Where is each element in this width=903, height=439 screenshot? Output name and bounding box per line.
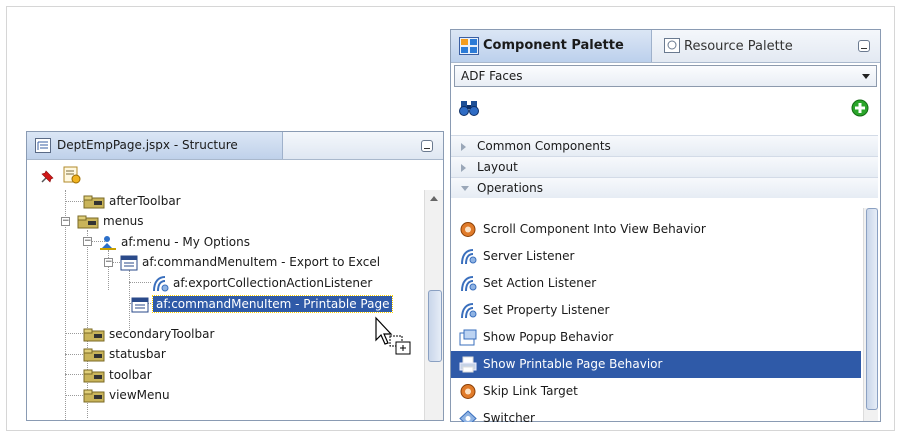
- palette-item-show-popup-behavior[interactable]: Show Popup Behavior: [451, 324, 861, 351]
- palette-tab-bar: Component Palette Resource Palette: [451, 30, 880, 63]
- folder-icon: [83, 348, 105, 361]
- category-operations[interactable]: Operations: [451, 177, 878, 198]
- structure-tree: − − − afterToolbar menus af:menu - My Op…: [27, 190, 424, 420]
- folder-icon: [83, 369, 105, 382]
- tree-node-command-menu-item-export[interactable]: af:commandMenuItem - Export to Excel: [120, 252, 380, 272]
- library-select[interactable]: ADF Faces: [454, 65, 877, 87]
- behavior-icon: [460, 384, 476, 399]
- tree-node-afterToolbar[interactable]: afterToolbar: [83, 191, 181, 211]
- expand-arrow-icon: [461, 143, 466, 151]
- command-menu-item-icon: [131, 297, 149, 312]
- folder-icon: [83, 328, 105, 341]
- palette-scrollbar[interactable]: [863, 208, 878, 421]
- folder-icon: [83, 389, 105, 402]
- listener-icon: [461, 303, 477, 319]
- folder-icon: [77, 215, 99, 228]
- collapse-arrow-icon: [461, 186, 469, 191]
- structure-toolbar: [27, 160, 443, 188]
- structure-tab[interactable]: DeptEmpPage.jspx - Structure: [27, 132, 283, 159]
- behavior-icon: [460, 222, 476, 237]
- add-icon[interactable]: [851, 99, 869, 117]
- printer-icon: [459, 356, 477, 373]
- category-layout[interactable]: Layout: [451, 156, 878, 177]
- component-palette-panel: Component Palette Resource Palette ADF F…: [450, 29, 881, 422]
- collapse-menu-toggle[interactable]: −: [83, 237, 92, 246]
- scroll-up-icon[interactable]: [430, 196, 438, 201]
- palette-item-skip-link-target[interactable]: Skip Link Target: [451, 378, 861, 405]
- menu-icon: [100, 235, 116, 250]
- scrollbar-thumb[interactable]: [866, 208, 878, 410]
- structure-panel: DeptEmpPage.jspx - Structure − − − after…: [26, 131, 444, 421]
- collapse-command-item-toggle[interactable]: −: [104, 258, 113, 267]
- command-menu-item-icon: [120, 255, 138, 270]
- palette-item-server-listener[interactable]: Server Listener: [451, 243, 861, 270]
- folder-icon: [83, 195, 105, 208]
- palette-item-show-printable-page-behavior[interactable]: Show Printable Page Behavior: [451, 351, 861, 378]
- switcher-icon: [459, 410, 477, 422]
- tab-resource-palette[interactable]: Resource Palette: [654, 33, 819, 61]
- palette-item-set-property-listener[interactable]: Set Property Listener: [451, 297, 861, 324]
- listener-icon: [461, 276, 477, 292]
- drag-copy-cursor-icon: [375, 316, 411, 355]
- palette-item-scroll-component[interactable]: Scroll Component Into View Behavior: [451, 216, 861, 243]
- collapse-menus-toggle[interactable]: −: [61, 217, 70, 226]
- tree-node-secondaryToolbar[interactable]: secondaryToolbar: [83, 324, 214, 344]
- minimize-icon[interactable]: [421, 140, 433, 152]
- tree-node-viewMenu[interactable]: viewMenu: [83, 385, 170, 405]
- expand-arrow-icon: [461, 164, 466, 172]
- tab-component-palette[interactable]: Component Palette: [451, 30, 652, 62]
- binoculars-search-icon[interactable]: [459, 99, 481, 117]
- properties-icon[interactable]: [63, 166, 81, 184]
- tree-node-statusbar[interactable]: statusbar: [83, 344, 166, 364]
- tree-node-toolbar[interactable]: toolbar: [83, 365, 152, 385]
- pin-icon[interactable]: [39, 167, 57, 185]
- structure-panel-title: DeptEmpPage.jspx - Structure: [57, 138, 238, 152]
- resource-palette-icon: [664, 38, 680, 53]
- tree-node-export-collection-listener[interactable]: af:exportCollectionActionListener: [151, 273, 372, 293]
- listener-icon: [461, 249, 477, 265]
- popup-icon: [459, 329, 477, 346]
- chevron-down-icon: [862, 74, 870, 79]
- palette-item-switcher[interactable]: Switcher: [451, 405, 861, 422]
- palette-search-row: [451, 92, 880, 128]
- structure-doc-icon: [35, 138, 51, 153]
- palette-item-set-action-listener[interactable]: Set Action Listener: [451, 270, 861, 297]
- listener-icon: [153, 275, 169, 291]
- tree-node-menus[interactable]: menus: [77, 211, 144, 231]
- tree-node-command-menu-item-printable[interactable]: af:commandMenuItem - Printable Page: [131, 294, 394, 314]
- structure-panel-header: DeptEmpPage.jspx - Structure: [27, 132, 443, 160]
- structure-scrollbar[interactable]: [424, 190, 443, 420]
- category-common-components[interactable]: Common Components: [451, 135, 878, 156]
- operations-item-list: Scroll Component Into View Behavior Serv…: [451, 208, 863, 422]
- tree-node-af-menu[interactable]: af:menu - My Options: [99, 232, 250, 252]
- component-palette-icon: [459, 37, 479, 55]
- palette-minimize-icon[interactable]: [858, 40, 870, 52]
- scrollbar-thumb[interactable]: [428, 290, 442, 362]
